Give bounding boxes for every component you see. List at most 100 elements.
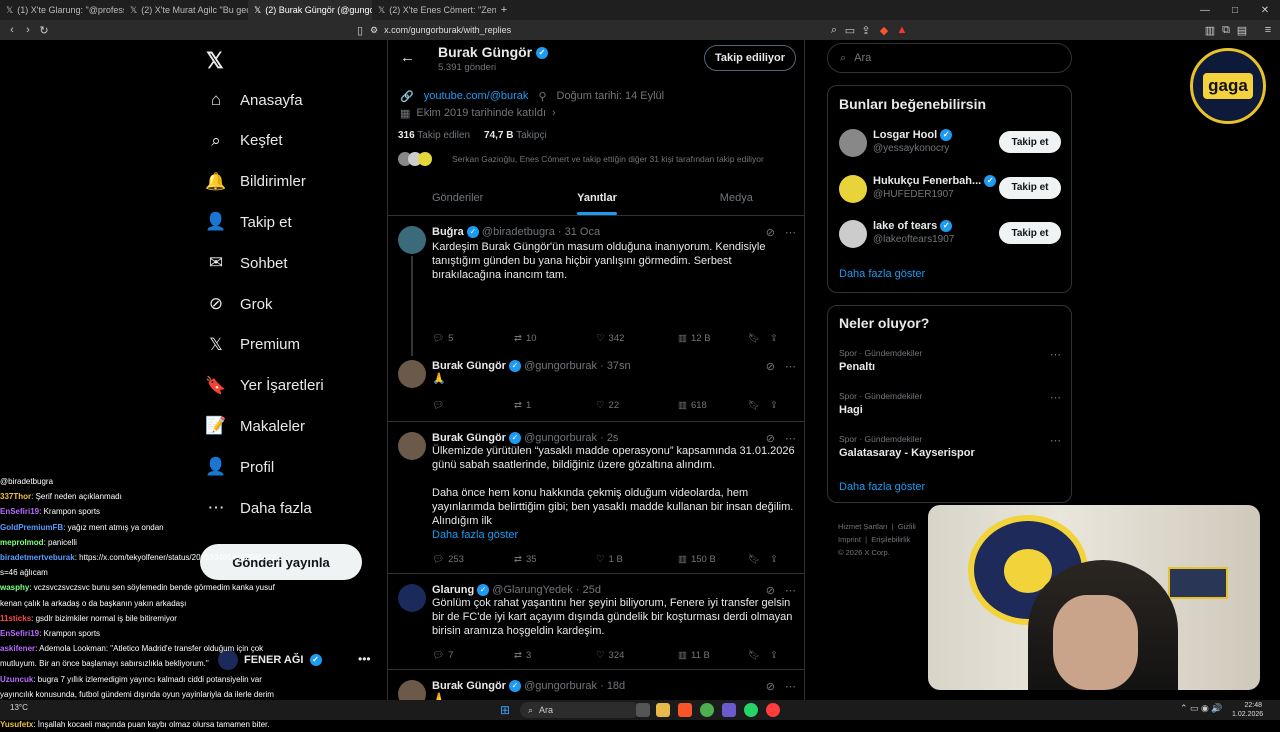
trend-item[interactable]: Spor · Gündemdekiler Penaltı ⋯	[839, 348, 1061, 373]
follow-button[interactable]: Takip et	[999, 222, 1061, 244]
bookmark-page-icon[interactable]: ▯	[352, 22, 368, 38]
nav-item-home[interactable]: ⌂ Anasayfa	[206, 82, 303, 118]
forward-arrow-icon[interactable]: ›	[20, 22, 36, 38]
avatar[interactable]	[398, 584, 426, 612]
chrome-icon[interactable]	[700, 703, 714, 717]
repost-button[interactable]: ⇄ 3	[514, 650, 596, 661]
nav-item-bell[interactable]: 🔔 Bildirimler	[205, 164, 305, 200]
bookmark-icon[interactable]: 🔖︎	[748, 333, 770, 344]
rewards-icon[interactable]: ▲	[894, 22, 910, 38]
repost-button[interactable]: ⇄ 35	[514, 554, 596, 565]
like-button[interactable]: ♡ 22	[596, 400, 678, 411]
share-icon[interactable]: ⇪	[770, 400, 778, 411]
tab-posts[interactable]: Gönderiler	[388, 180, 527, 215]
like-button[interactable]: ♡ 342	[596, 333, 678, 344]
nav-item-search[interactable]: ⌕ Keşfet	[206, 123, 282, 159]
address-bar[interactable]: ⚙ x.com/gungorburak/with_replies	[370, 22, 670, 38]
whatsapp-icon[interactable]	[744, 703, 758, 717]
x-logo-icon[interactable]: 𝕏	[206, 48, 230, 73]
trend-item[interactable]: Spor · Gündemdekiler Hagi ⋯	[839, 391, 1061, 416]
footer-link[interactable]: Gizlili	[898, 522, 916, 531]
avatar[interactable]	[398, 680, 426, 700]
follow-button[interactable]: Takip et	[999, 176, 1061, 199]
tab-media[interactable]: Medya	[667, 180, 804, 215]
show-more-link[interactable]: Daha fazla göster	[432, 528, 797, 542]
more-icon[interactable]: ⋯	[1050, 434, 1061, 447]
search-input[interactable]: ⌕ Ara	[827, 43, 1072, 73]
bookmark-icon[interactable]: 🔖︎	[748, 400, 770, 411]
tweet-time[interactable]: 31 Oca	[565, 226, 600, 238]
footer-link[interactable]: Hizmet Şartları	[838, 522, 888, 531]
menu-icon[interactable]: ≡	[1260, 22, 1276, 38]
website-link[interactable]: youtube.com/@burak	[424, 90, 529, 103]
start-icon[interactable]: ⊞	[500, 703, 510, 717]
bookmark-icon[interactable]: 🔖︎	[748, 650, 770, 661]
tab-replies[interactable]: Yanıtlar	[527, 180, 666, 215]
tweet-handle[interactable]: @biradetbugra	[482, 226, 555, 238]
tweet-handle[interactable]: @gungorburak	[524, 680, 597, 692]
reload-icon[interactable]: ↻	[36, 22, 52, 38]
reply-button[interactable]: 💬︎	[432, 400, 514, 411]
nav-item-mail[interactable]: ✉ Sohbet	[206, 245, 288, 281]
footer-link[interactable]: Imprint	[838, 535, 861, 544]
avatar[interactable]	[398, 432, 426, 460]
tweet[interactable]: Burak Güngör ✓ @gungorburak · 2s ⊘ ⋯ Ülke…	[388, 422, 804, 574]
views-button[interactable]: ▥ 150 B	[678, 554, 748, 565]
tweet[interactable]: Glarung ✓ @GlarungYedek · 25d ⊘ ⋯ Gönlüm …	[388, 574, 804, 670]
cast-icon[interactable]: ▭	[842, 22, 858, 38]
maximize-icon[interactable]: □	[1220, 0, 1250, 20]
file-explorer-icon[interactable]	[656, 703, 670, 717]
following-stat[interactable]: 316 Takip edilen	[398, 130, 470, 141]
avatar[interactable]	[398, 360, 426, 388]
reply-button[interactable]: 💬︎ 253	[432, 554, 514, 565]
nav-item-person-add[interactable]: 👤 Takip et	[205, 204, 291, 240]
window-close-icon[interactable]: ✕	[1250, 0, 1280, 20]
views-button[interactable]: ▥ 618	[678, 400, 748, 411]
views-button[interactable]: ▥ 12 B	[678, 333, 748, 344]
app-icon[interactable]	[766, 703, 780, 717]
app-icon[interactable]	[722, 703, 736, 717]
repost-button[interactable]: ⇄ 10	[514, 333, 596, 344]
more-icon[interactable]: ⋯	[1050, 348, 1061, 361]
system-tray-icons[interactable]: ⌃ ▭ ◉ 🔊	[1180, 703, 1223, 714]
like-button[interactable]: ♡ 1 B	[596, 554, 678, 565]
repost-button[interactable]: ⇄ 1	[514, 400, 596, 411]
weather-widget[interactable]: 13°C	[10, 703, 28, 712]
like-button[interactable]: ♡ 324	[596, 650, 678, 661]
show-more-link[interactable]: Daha fazla göster	[839, 268, 925, 280]
avatar[interactable]	[398, 226, 426, 254]
extensions-icon[interactable]: ⧉	[1218, 22, 1234, 38]
tweet-time[interactable]: 37sn	[607, 360, 631, 372]
share-icon[interactable]: ⇪	[770, 650, 778, 661]
tweet-handle[interactable]: @GlarungYedek	[492, 584, 572, 596]
new-tab-icon[interactable]: +	[496, 2, 512, 18]
tweet[interactable]: Burak Güngör ✓ @gungorburak · 37sn ⊘ ⋯ 🙏 …	[388, 350, 804, 422]
trends-show-more-link[interactable]: Daha fazla göster	[839, 481, 925, 493]
browser-tab[interactable]: 𝕏(1) X'te Glarung: "@professor0 @yo	[0, 0, 124, 20]
brave-shield-icon[interactable]: ◆	[876, 22, 892, 38]
more-icon[interactable]: ⋯	[785, 226, 796, 239]
minimize-icon[interactable]: —	[1190, 0, 1220, 20]
tweet-author-name[interactable]: Burak Güngör	[432, 432, 506, 444]
views-button[interactable]: ▥ 11 B	[678, 650, 748, 661]
nav-item-article[interactable]: 📝 Makaleler	[205, 408, 305, 444]
more-icon[interactable]: ⋯	[1050, 391, 1061, 404]
followed-by[interactable]: Serkan Gazioğlu, Enes Cömert ve takip et…	[398, 152, 764, 166]
tweet-author-name[interactable]: Glarung	[432, 584, 474, 596]
share-icon[interactable]: ⇪	[770, 333, 778, 344]
tweet-handle[interactable]: @gungorburak	[524, 360, 597, 372]
tweet-handle[interactable]: @gungorburak	[524, 432, 597, 444]
tweet-author-name[interactable]: Burak Güngör	[432, 360, 506, 372]
bookmark-icon[interactable]: 🔖︎	[748, 554, 770, 565]
follow-suggestion[interactable]: lake of tears ✓ @lakeoftears1907 Takip e…	[839, 216, 1061, 252]
tweet-time[interactable]: 18d	[607, 680, 625, 692]
taskbar-search[interactable]: ⌕ Ara	[520, 702, 640, 718]
tweet-time[interactable]: 25d	[583, 584, 601, 596]
footer-link[interactable]: Erişilebilirlik	[871, 535, 910, 544]
browser-tab-active[interactable]: 𝕏(2) Burak Güngör (@gungorbura✕	[248, 0, 372, 20]
back-arrow-icon[interactable]: ←	[400, 49, 415, 66]
reply-button[interactable]: 💬︎ 7	[432, 650, 514, 661]
reply-button[interactable]: 💬︎ 5	[432, 333, 514, 344]
follow-button[interactable]: Takip et	[999, 131, 1061, 153]
back-arrow-icon[interactable]: ‹	[4, 22, 20, 38]
